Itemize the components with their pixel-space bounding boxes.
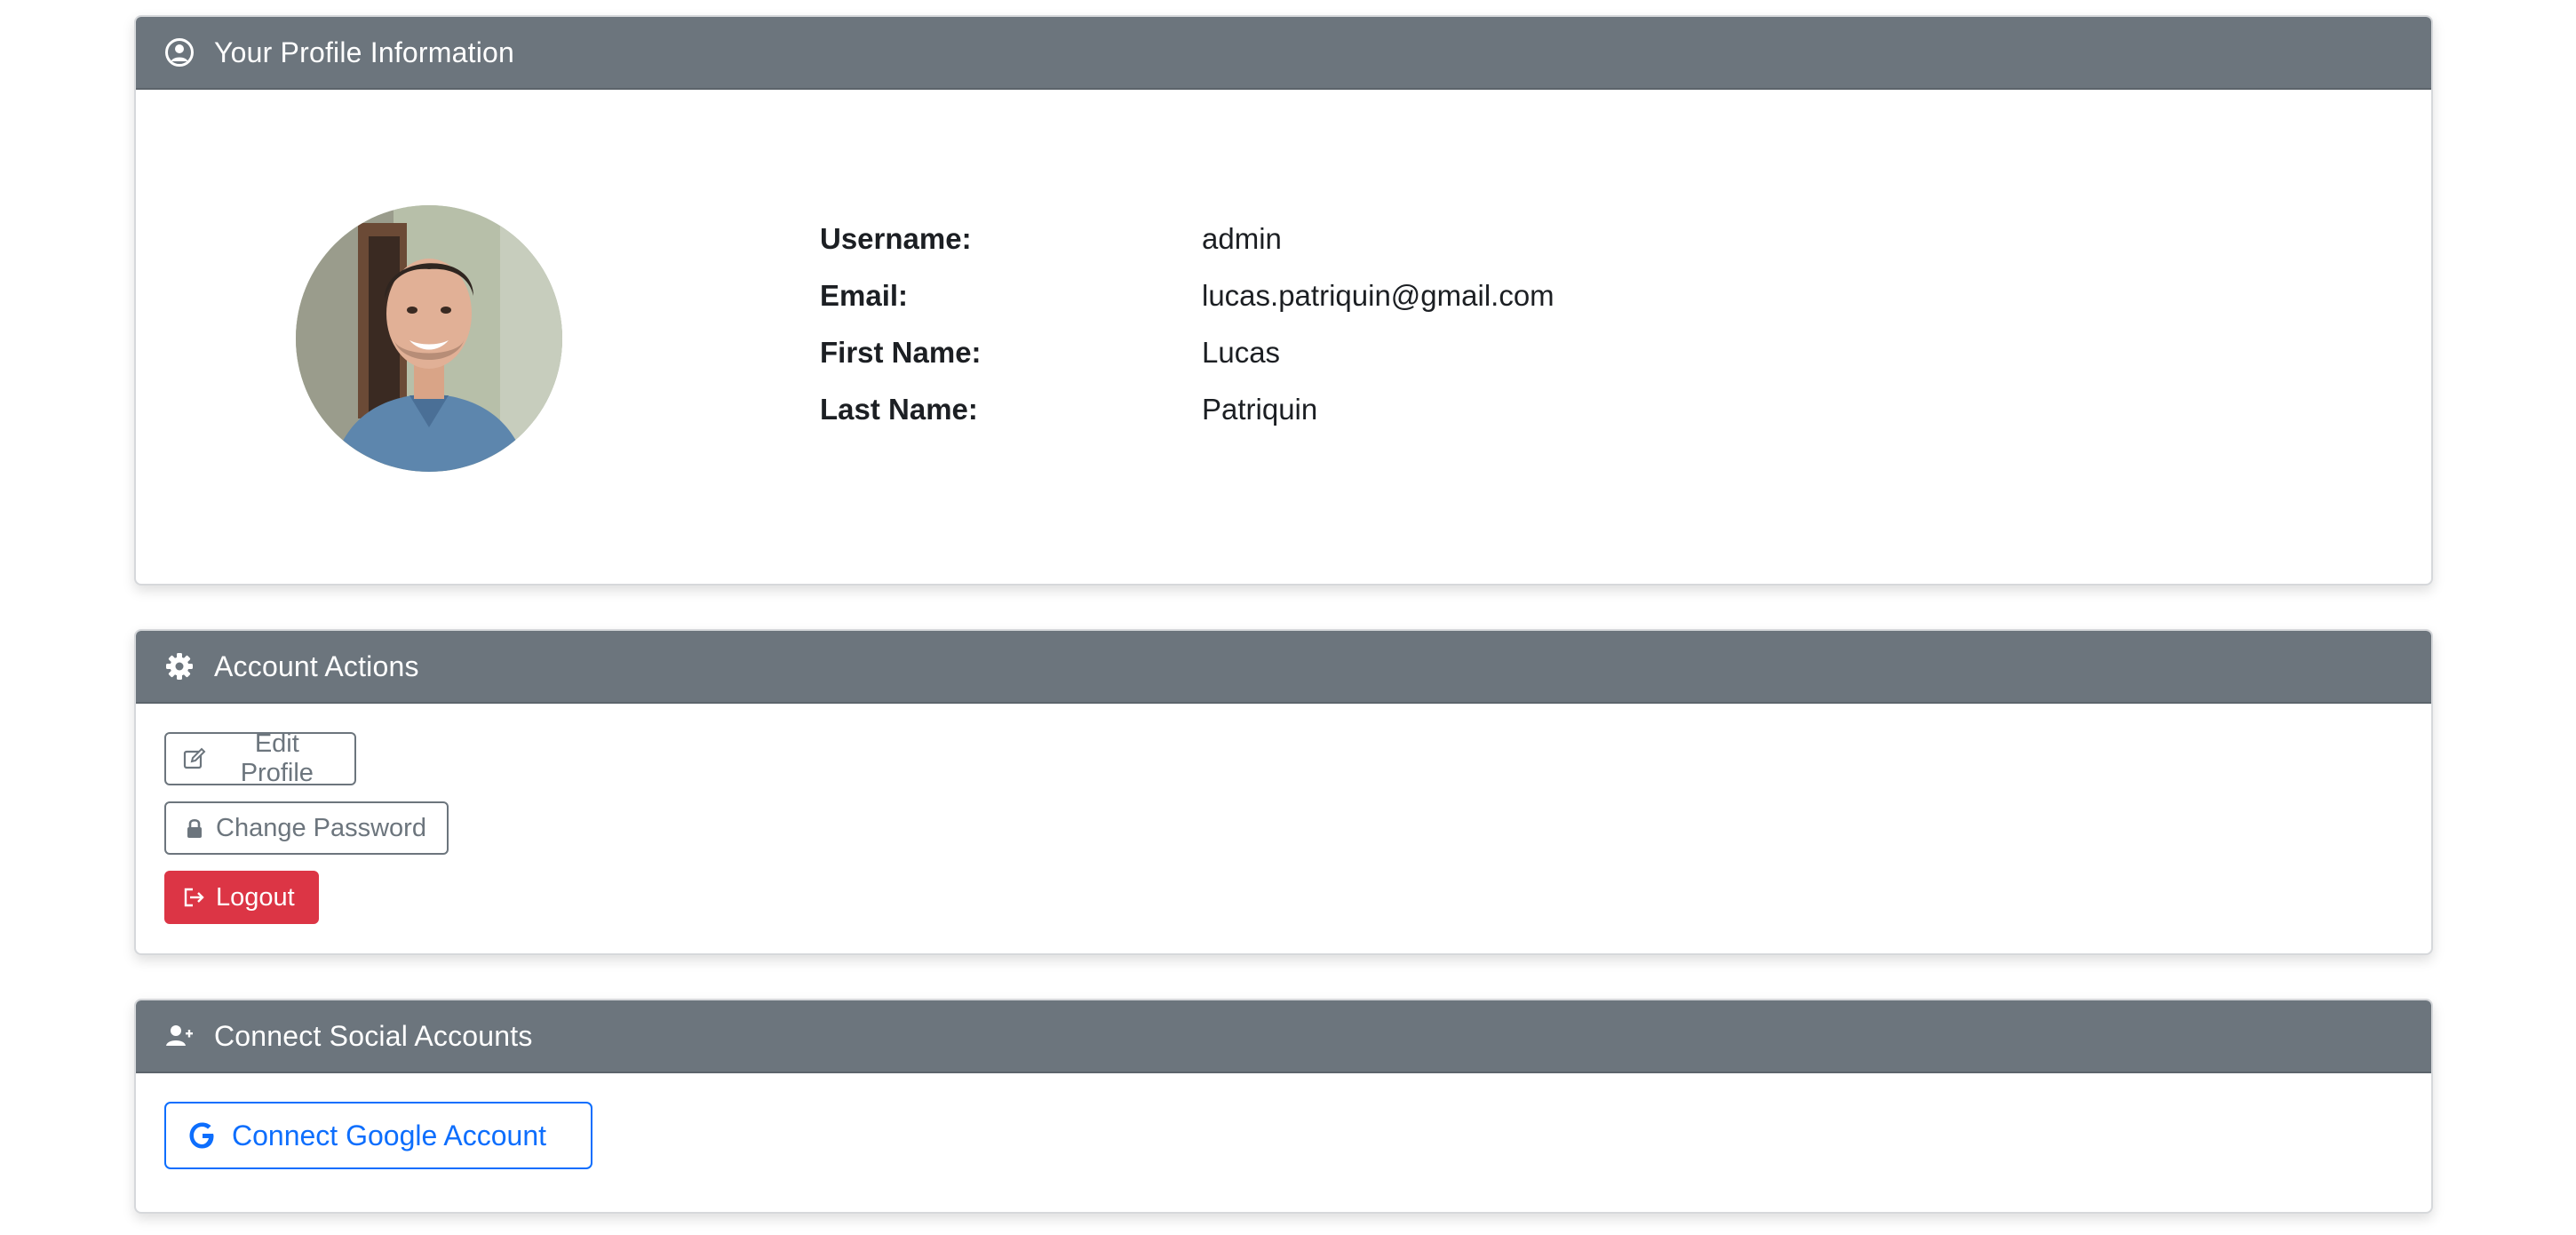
connect-google-label: Connect Google Account: [232, 1119, 547, 1151]
profile-details: Username: admin Email: lucas.patriquin@g…: [820, 211, 1554, 438]
logout-icon: [182, 885, 207, 910]
logout-label: Logout: [216, 882, 295, 912]
lock-icon: [182, 816, 207, 841]
last-name-row: Last Name: Patriquin: [820, 381, 1554, 438]
profile-info-header: Your Profile Information: [136, 17, 2431, 90]
profile-info-card: Your Profile Information Username: admin…: [134, 15, 2433, 586]
avatar: [296, 205, 562, 472]
username-row: Username: admin: [820, 211, 1554, 267]
first-name-label: First Name:: [820, 336, 982, 369]
last-name-label: Last Name:: [820, 393, 978, 426]
social-accounts-title: Connect Social Accounts: [214, 1019, 533, 1052]
connect-google-button[interactable]: Connect Google Account: [164, 1102, 592, 1169]
user-circle-icon: [164, 37, 195, 68]
email-value: lucas.patriquin@gmail.com: [1202, 279, 1554, 312]
edit-icon: [182, 746, 207, 771]
edit-profile-button[interactable]: Edit Profile: [164, 729, 356, 787]
first-name-value: Lucas: [1202, 336, 1281, 369]
email-label: Email:: [820, 279, 909, 312]
change-password-button[interactable]: Change Password: [164, 801, 449, 855]
change-password-label: Change Password: [216, 813, 426, 842]
account-actions-header: Account Actions: [136, 631, 2431, 704]
social-accounts-card: Connect Social Accounts Connect Google A…: [134, 999, 2433, 1214]
username-label: Username:: [820, 222, 972, 255]
google-icon: [187, 1120, 218, 1151]
social-accounts-body: Connect Google Account: [164, 1102, 592, 1185]
email-row: Email: lucas.patriquin@gmail.com: [820, 267, 1554, 324]
profile-info-title: Your Profile Information: [214, 36, 515, 68]
social-accounts-header: Connect Social Accounts: [136, 1000, 2431, 1073]
edit-profile-label: Edit Profile: [240, 729, 314, 787]
profile-page: Your Profile Information Username: admin…: [0, 0, 2576, 1235]
gear-icon: [164, 651, 195, 681]
account-actions-title: Account Actions: [214, 649, 419, 682]
logout-button[interactable]: Logout: [164, 871, 319, 924]
first-name-row: First Name: Lucas: [820, 324, 1554, 381]
user-plus-icon: [164, 1021, 195, 1051]
account-actions-body: Edit Profile Change Password Logout: [164, 729, 449, 940]
last-name-value: Patriquin: [1202, 393, 1318, 426]
username-value: admin: [1202, 222, 1282, 255]
account-actions-card: Account Actions Edit Profile Change Pass…: [134, 629, 2433, 955]
